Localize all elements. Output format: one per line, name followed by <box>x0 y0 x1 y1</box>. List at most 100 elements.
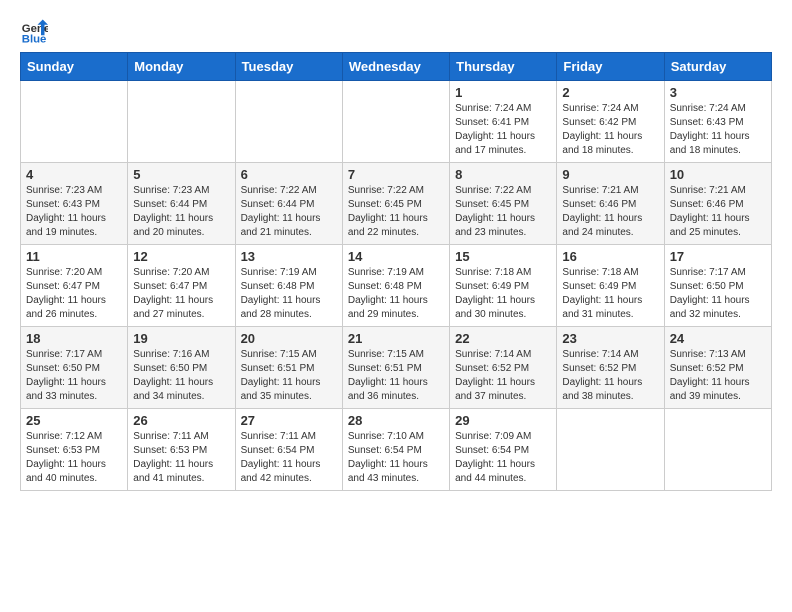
day-number: 26 <box>133 413 229 428</box>
calendar-cell <box>664 409 771 491</box>
calendar-cell: 7 Sunrise: 7:22 AMSunset: 6:45 PMDaylight… <box>342 163 449 245</box>
day-number: 5 <box>133 167 229 182</box>
calendar-cell: 5Sunrise: 7:23 AMSunset: 6:44 PMDaylight… <box>128 163 235 245</box>
day-info: Sunrise: 7:09 AMSunset: 6:54 PMDaylight:… <box>455 430 551 486</box>
calendar-cell: 17 Sunrise: 7:17 AMSunset: 6:50 PMDayligh… <box>664 245 771 327</box>
calendar: SundayMondayTuesdayWednesdayThursdayFrid… <box>20 52 772 491</box>
calendar-cell <box>342 81 449 163</box>
col-header-wednesday: Wednesday <box>342 53 449 81</box>
day-number: 21 <box>348 331 444 346</box>
calendar-cell <box>557 409 664 491</box>
day-info: Sunrise: 7:10 AMSunset: 6:54 PMDaylight:… <box>348 430 444 486</box>
calendar-cell: 28Sunrise: 7:10 AMSunset: 6:54 PMDayligh… <box>342 409 449 491</box>
calendar-cell: 13 Sunrise: 7:19 AMSunset: 6:48 PMDayligh… <box>235 245 342 327</box>
calendar-cell: 15Sunrise: 7:18 AMSunset: 6:49 PMDayligh… <box>450 245 557 327</box>
day-info: Sunrise: 7:16 AMSunset: 6:50 PMDaylight:… <box>133 348 229 404</box>
calendar-header-row: SundayMondayTuesdayWednesdayThursdayFrid… <box>21 53 772 81</box>
day-info: Sunrise: 7:21 AMSunset: 6:46 PMDaylight:… <box>670 184 766 240</box>
calendar-week-row: 4Sunrise: 7:23 AMSunset: 6:43 PMDaylight… <box>21 163 772 245</box>
col-header-saturday: Saturday <box>664 53 771 81</box>
header: General Blue <box>20 16 772 44</box>
calendar-cell: 6 Sunrise: 7:22 AMSunset: 6:44 PMDaylight… <box>235 163 342 245</box>
calendar-week-row: 25 Sunrise: 7:12 AMSunset: 6:53 PMDayligh… <box>21 409 772 491</box>
day-number: 16 <box>562 249 658 264</box>
calendar-cell: 25 Sunrise: 7:12 AMSunset: 6:53 PMDayligh… <box>21 409 128 491</box>
calendar-cell: 11Sunrise: 7:20 AMSunset: 6:47 PMDayligh… <box>21 245 128 327</box>
day-number: 22 <box>455 331 551 346</box>
day-info: Sunrise: 7:24 AMSunset: 6:42 PMDaylight:… <box>562 102 658 158</box>
calendar-cell: 2 Sunrise: 7:24 AMSunset: 6:42 PMDaylight… <box>557 81 664 163</box>
calendar-cell: 26 Sunrise: 7:11 AMSunset: 6:53 PMDayligh… <box>128 409 235 491</box>
day-number: 18 <box>26 331 122 346</box>
day-number: 9 <box>562 167 658 182</box>
day-info: Sunrise: 7:21 AMSunset: 6:46 PMDaylight:… <box>562 184 658 240</box>
calendar-cell: 27 Sunrise: 7:11 AMSunset: 6:54 PMDayligh… <box>235 409 342 491</box>
day-number: 12 <box>133 249 229 264</box>
calendar-cell: 9 Sunrise: 7:21 AMSunset: 6:46 PMDaylight… <box>557 163 664 245</box>
calendar-cell: 29 Sunrise: 7:09 AMSunset: 6:54 PMDayligh… <box>450 409 557 491</box>
calendar-cell: 18Sunrise: 7:17 AMSunset: 6:50 PMDayligh… <box>21 327 128 409</box>
day-info: Sunrise: 7:14 AMSunset: 6:52 PMDaylight:… <box>562 348 658 404</box>
day-number: 19 <box>133 331 229 346</box>
calendar-cell: 3 Sunrise: 7:24 AMSunset: 6:43 PMDaylight… <box>664 81 771 163</box>
calendar-cell: 8 Sunrise: 7:22 AMSunset: 6:45 PMDaylight… <box>450 163 557 245</box>
calendar-cell: 10 Sunrise: 7:21 AMSunset: 6:46 PMDayligh… <box>664 163 771 245</box>
calendar-cell: 22 Sunrise: 7:14 AMSunset: 6:52 PMDayligh… <box>450 327 557 409</box>
day-info: Sunrise: 7:15 AMSunset: 6:51 PMDaylight:… <box>348 348 444 404</box>
calendar-cell: 16 Sunrise: 7:18 AMSunset: 6:49 PMDayligh… <box>557 245 664 327</box>
day-number: 8 <box>455 167 551 182</box>
day-number: 14 <box>348 249 444 264</box>
day-info: Sunrise: 7:11 AMSunset: 6:54 PMDaylight:… <box>241 430 337 486</box>
day-number: 20 <box>241 331 337 346</box>
calendar-week-row: 11Sunrise: 7:20 AMSunset: 6:47 PMDayligh… <box>21 245 772 327</box>
day-info: Sunrise: 7:23 AMSunset: 6:43 PMDaylight:… <box>26 184 122 240</box>
calendar-week-row: 18Sunrise: 7:17 AMSunset: 6:50 PMDayligh… <box>21 327 772 409</box>
day-info: Sunrise: 7:19 AMSunset: 6:48 PMDaylight:… <box>241 266 337 322</box>
day-number: 25 <box>26 413 122 428</box>
calendar-cell <box>21 81 128 163</box>
day-number: 1 <box>455 85 551 100</box>
day-number: 17 <box>670 249 766 264</box>
day-info: Sunrise: 7:22 AMSunset: 6:45 PMDaylight:… <box>455 184 551 240</box>
day-number: 27 <box>241 413 337 428</box>
day-number: 7 <box>348 167 444 182</box>
col-header-monday: Monday <box>128 53 235 81</box>
day-info: Sunrise: 7:22 AMSunset: 6:45 PMDaylight:… <box>348 184 444 240</box>
day-number: 3 <box>670 85 766 100</box>
calendar-cell <box>235 81 342 163</box>
day-number: 10 <box>670 167 766 182</box>
day-info: Sunrise: 7:12 AMSunset: 6:53 PMDaylight:… <box>26 430 122 486</box>
calendar-cell: 21 Sunrise: 7:15 AMSunset: 6:51 PMDayligh… <box>342 327 449 409</box>
calendar-cell: 12Sunrise: 7:20 AMSunset: 6:47 PMDayligh… <box>128 245 235 327</box>
day-number: 29 <box>455 413 551 428</box>
day-info: Sunrise: 7:19 AMSunset: 6:48 PMDaylight:… <box>348 266 444 322</box>
col-header-friday: Friday <box>557 53 664 81</box>
day-info: Sunrise: 7:22 AMSunset: 6:44 PMDaylight:… <box>241 184 337 240</box>
logo-icon: General Blue <box>20 16 48 44</box>
day-info: Sunrise: 7:18 AMSunset: 6:49 PMDaylight:… <box>562 266 658 322</box>
day-info: Sunrise: 7:24 AMSunset: 6:41 PMDaylight:… <box>455 102 551 158</box>
day-info: Sunrise: 7:14 AMSunset: 6:52 PMDaylight:… <box>455 348 551 404</box>
day-number: 24 <box>670 331 766 346</box>
calendar-cell: 19 Sunrise: 7:16 AMSunset: 6:50 PMDayligh… <box>128 327 235 409</box>
calendar-cell: 24Sunrise: 7:13 AMSunset: 6:52 PMDayligh… <box>664 327 771 409</box>
day-info: Sunrise: 7:15 AMSunset: 6:51 PMDaylight:… <box>241 348 337 404</box>
day-number: 2 <box>562 85 658 100</box>
day-info: Sunrise: 7:24 AMSunset: 6:43 PMDaylight:… <box>670 102 766 158</box>
day-number: 23 <box>562 331 658 346</box>
day-info: Sunrise: 7:20 AMSunset: 6:47 PMDaylight:… <box>26 266 122 322</box>
calendar-cell: 4Sunrise: 7:23 AMSunset: 6:43 PMDaylight… <box>21 163 128 245</box>
day-number: 6 <box>241 167 337 182</box>
calendar-cell <box>128 81 235 163</box>
day-number: 13 <box>241 249 337 264</box>
calendar-cell: 20 Sunrise: 7:15 AMSunset: 6:51 PMDayligh… <box>235 327 342 409</box>
day-info: Sunrise: 7:17 AMSunset: 6:50 PMDaylight:… <box>670 266 766 322</box>
col-header-thursday: Thursday <box>450 53 557 81</box>
logo: General Blue <box>20 16 48 44</box>
calendar-cell: 23 Sunrise: 7:14 AMSunset: 6:52 PMDayligh… <box>557 327 664 409</box>
day-number: 15 <box>455 249 551 264</box>
calendar-cell: 14 Sunrise: 7:19 AMSunset: 6:48 PMDayligh… <box>342 245 449 327</box>
col-header-sunday: Sunday <box>21 53 128 81</box>
calendar-week-row: 1 Sunrise: 7:24 AMSunset: 6:41 PMDaylight… <box>21 81 772 163</box>
day-info: Sunrise: 7:11 AMSunset: 6:53 PMDaylight:… <box>133 430 229 486</box>
